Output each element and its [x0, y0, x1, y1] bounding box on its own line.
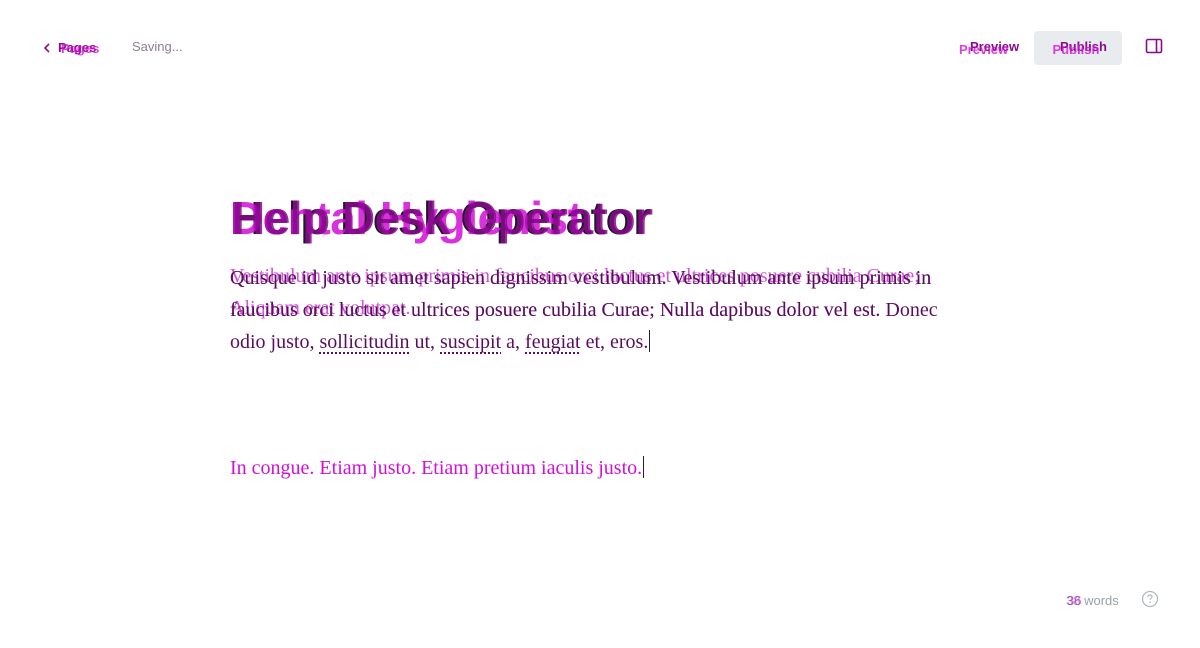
preview-label-overlay: Preview	[959, 41, 1009, 57]
save-status: Saving...	[132, 39, 183, 54]
paragraph-text: Quisque id justo sit amet sapien digniss…	[230, 262, 970, 358]
title-overlay-text-2: Help Desk Operator	[232, 192, 653, 244]
paragraph-segment: a,	[501, 331, 526, 353]
preview-button[interactable]: Preview Preview	[958, 36, 1019, 60]
page-title[interactable]: Help Desk Operator Dental Hygienist Help…	[230, 192, 990, 252]
word-count-label: words	[1084, 593, 1119, 608]
paragraph-segment: et, eros.	[580, 331, 649, 353]
word-count: 38 36 words	[1066, 591, 1119, 611]
editor-canvas[interactable]: Help Desk Operator Dental Hygienist Help…	[0, 96, 1200, 576]
help-button[interactable]	[1140, 590, 1160, 613]
second-paragraph-text: In congue. Etiam justo. Etiam pretium ia…	[230, 457, 643, 479]
word-count-value-overlay: 36	[1067, 593, 1082, 608]
back-to-pages-link[interactable]: Pages Pages	[42, 37, 100, 59]
second-paragraph[interactable]: In congue. Etiam justo. Etiam pretium ia…	[230, 454, 645, 482]
sidebar-toggle-button[interactable]	[1144, 38, 1164, 58]
spellcheck-word[interactable]: suscipit	[440, 331, 501, 353]
body-paragraph[interactable]: Vestibulum ante ipsum primis in faucibus…	[230, 262, 990, 358]
spellcheck-word[interactable]: feugiat	[525, 331, 581, 353]
text-caret	[649, 330, 651, 352]
back-label: Pages Pages	[58, 38, 100, 58]
back-label-overlay: Pages	[61, 41, 100, 56]
publish-button[interactable]: Publish Publish	[1034, 31, 1122, 65]
spellcheck-word[interactable]: sollicitudin	[319, 331, 409, 353]
publish-label-overlay: Publish	[1052, 41, 1100, 57]
chevron-left-icon	[42, 43, 52, 53]
editor-toolbar: Pages Pages Saving... Preview Preview Pu…	[0, 0, 1200, 96]
paragraph-segment: ut,	[409, 331, 441, 353]
text-caret	[643, 456, 645, 478]
sidebar-panel-icon	[1145, 38, 1163, 59]
help-circle-icon	[1141, 590, 1159, 613]
word-count-number: 38 36	[1066, 591, 1082, 611]
